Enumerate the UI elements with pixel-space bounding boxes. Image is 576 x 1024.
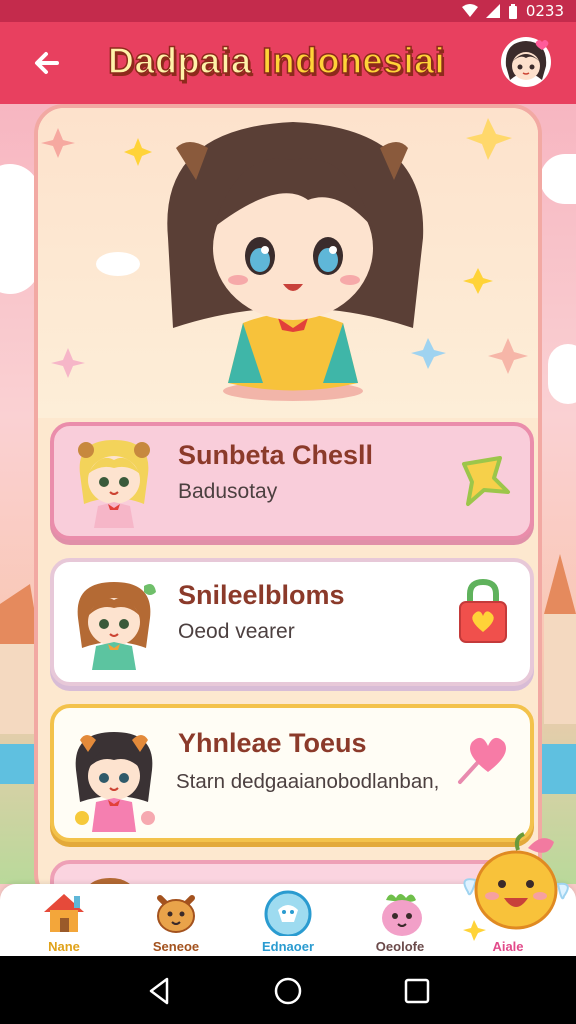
heart-wand-icon[interactable]: [454, 728, 512, 786]
back-arrow-icon: [35, 52, 59, 74]
character-avatar-icon: [77, 582, 156, 670]
back-button[interactable]: [26, 42, 68, 84]
app-bar: Dadpaia Indonesiai: [0, 22, 576, 104]
character-avatar-icon: [78, 440, 150, 528]
card-subtitle: Badusotay: [178, 480, 278, 503]
list-item[interactable]: Snileelbloms Oeod vearer: [50, 558, 534, 686]
monster-icon: [382, 894, 422, 936]
cup-icon: [264, 890, 312, 936]
nav-label: Ednaoer: [261, 939, 314, 954]
card-title: Snileelbloms: [178, 580, 345, 610]
title-part-2: Indonesiai: [261, 39, 446, 82]
title-part-1: Dadpaia: [107, 39, 252, 82]
nav-label: Nane: [48, 939, 80, 954]
status-time: 0233: [525, 2, 564, 20]
character-avatar-icon: [75, 732, 155, 832]
list-item[interactable]: Sunbeta Chesll Badusotay: [50, 422, 534, 540]
nav-item-4[interactable]: Oeolofe: [350, 884, 450, 956]
nav-home-icon[interactable]: [273, 976, 303, 1006]
page-title: Dadpaia Indonesiai: [107, 39, 446, 82]
nav-item-home[interactable]: Nane: [14, 884, 114, 956]
card-title: Yhnleae Toeus: [178, 728, 367, 758]
cat-icon: [157, 895, 195, 933]
nav-item-2[interactable]: Seneoe: [126, 884, 226, 956]
card-subtitle: Oeod vearer: [178, 620, 295, 643]
mascot-icon[interactable]: [458, 826, 574, 942]
status-bar: 0233: [0, 0, 576, 22]
system-navigation-bar: [0, 956, 576, 1024]
nav-label: Seneoe: [152, 939, 200, 954]
lock-heart-icon[interactable]: [454, 578, 512, 646]
nav-item-3[interactable]: Ednaoer: [238, 884, 338, 956]
home-icon: [44, 894, 84, 932]
main-panel: Sunbeta Chesll Badusotay Snileelbloms Oe…: [34, 104, 542, 904]
profile-avatar-icon[interactable]: [500, 36, 552, 88]
chibi-character-icon: [41, 118, 528, 401]
nav-label: Oeolofe: [375, 939, 425, 954]
wifi-icon: [461, 4, 478, 17]
hero-illustration: [38, 108, 538, 418]
nav-back-icon[interactable]: [145, 976, 175, 1006]
signal-icon: [485, 4, 500, 18]
battery-icon: [508, 3, 517, 19]
card-subtitle: Starn dedgaaianobodlanban,: [176, 770, 440, 793]
list-item[interactable]: Yhnleae Toeus Starn dedgaaianobodlanban,: [50, 704, 534, 842]
star-icon[interactable]: [454, 452, 512, 510]
card-title: Sunbeta Chesll: [178, 440, 374, 470]
nav-recents-icon[interactable]: [402, 976, 432, 1006]
